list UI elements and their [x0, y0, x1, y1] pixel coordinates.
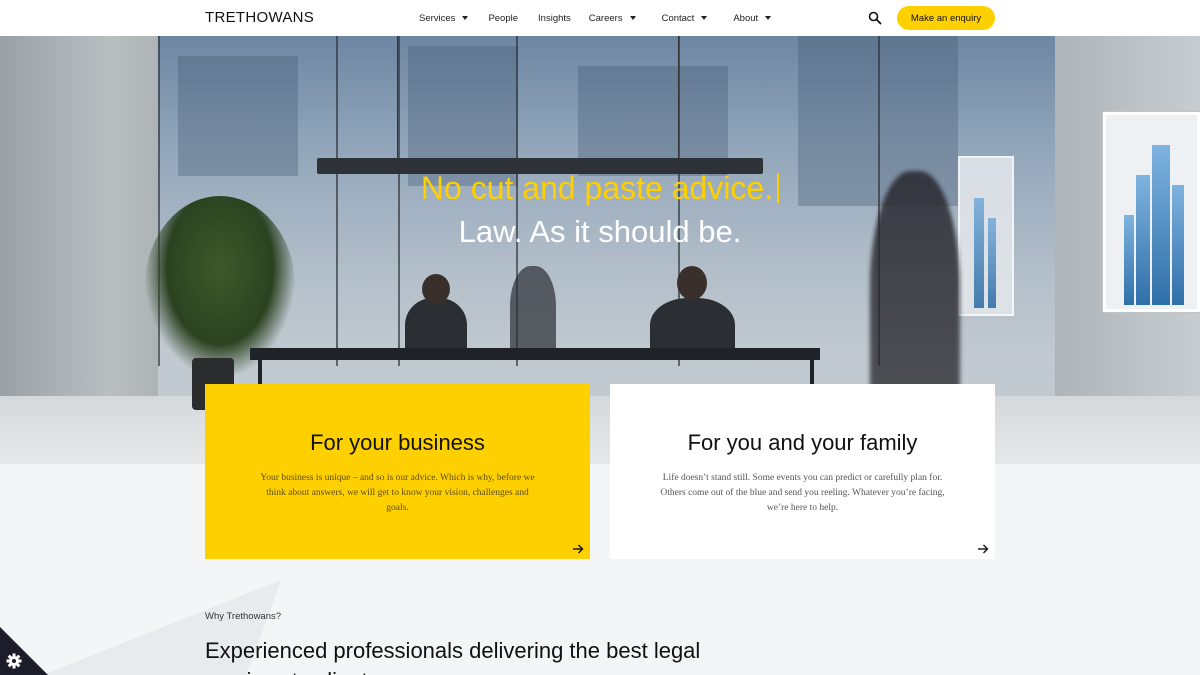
search-icon[interactable]: [868, 11, 882, 25]
caret-down-icon: [701, 16, 708, 20]
arrow-right-icon[interactable]: [977, 543, 989, 555]
card-text: Your business is unique – and so is our …: [260, 473, 535, 513]
gear-icon: [6, 653, 22, 669]
cookie-settings-button[interactable]: [0, 627, 48, 675]
nav-item-careers[interactable]: Careers: [589, 13, 636, 24]
nav-item-label: People: [488, 12, 519, 24]
nav-item-label: Contact: [661, 12, 695, 24]
section-heading: Experienced professionals delivering the…: [205, 638, 701, 675]
nav-item-about[interactable]: About: [733, 12, 772, 24]
hero-tagline: No cut and paste advice.: [0, 170, 1200, 207]
site-header: TRETHOWANS Services People Insights Care…: [0, 0, 1200, 36]
card-title: For you and your family: [687, 430, 918, 455]
arrow-right-icon[interactable]: [572, 543, 584, 555]
caret-down-icon: [765, 16, 772, 20]
card-for-your-business[interactable]: For your business Your business is uniqu…: [205, 384, 590, 559]
card-title: For your business: [310, 430, 485, 455]
section-label: Why Trethowans?: [205, 611, 282, 622]
make-enquiry-button[interactable]: Make an enquiry: [897, 6, 995, 30]
nav-item-label: Careers: [588, 12, 623, 24]
hero-floor: [0, 396, 1200, 464]
nav-item-label: Services: [419, 12, 456, 24]
meeting-table: [250, 348, 820, 360]
typing-cursor-icon: [777, 173, 780, 203]
site-logo[interactable]: TRETHOWANS: [205, 9, 314, 26]
caret-down-icon: [462, 16, 469, 20]
hero-banner: No cut and paste advice. Law. As it shou…: [0, 36, 1200, 464]
nav-item-insights[interactable]: Insights: [538, 13, 571, 24]
nav-item-people[interactable]: People: [488, 13, 518, 24]
card-text: Life doesn’t stand still. Some events yo…: [660, 473, 945, 513]
card-for-you-and-your-family[interactable]: For you and your family Life doesn’t sta…: [610, 384, 995, 559]
nav-item-contact[interactable]: Contact: [662, 13, 708, 24]
nav-item-label: Insights: [538, 12, 571, 24]
nav-item-label: About: [733, 12, 759, 24]
hero-subtitle: Law. As it should be.: [458, 214, 742, 249]
nav-item-services[interactable]: Services: [419, 12, 469, 24]
main-nav: Services People Insights Careers Contact…: [419, 0, 772, 36]
caret-down-icon: [629, 16, 636, 20]
wall-artwork: [1103, 112, 1200, 312]
